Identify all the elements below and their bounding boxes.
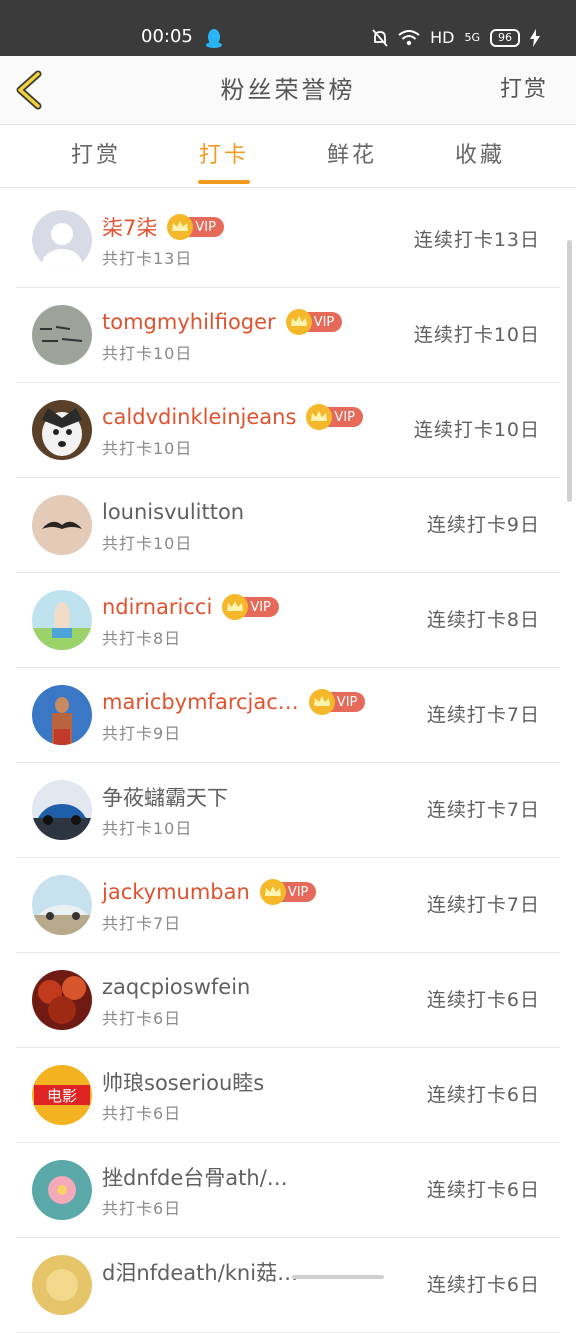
sports-car-avatar[interactable] <box>32 875 92 935</box>
user-name[interactable]: 争莜蠩霸天下 <box>102 782 228 812</box>
mustache-avatar[interactable] <box>32 495 92 555</box>
user-name[interactable]: d泪nfdeath/kni菇… <box>102 1257 298 1287</box>
total-checkin-count: 共打卡10日 <box>102 534 193 553</box>
total-checkin-count: 共打卡10日 <box>102 439 193 458</box>
status-bar: 00:05 HD 5G 96 <box>0 0 576 56</box>
user-name[interactable]: caldvdinkleinjeans <box>102 405 296 429</box>
list-item[interactable]: tomgmyhilfioger VIP 共打卡10日 连续打卡10日 <box>16 288 560 383</box>
qq-penguin-icon <box>206 29 222 48</box>
crown-icon <box>306 404 333 430</box>
consecutive-checkin-count: 连续打卡8日 <box>426 609 540 631</box>
list-item[interactable]: zaqcpioswfein 共打卡6日 连续打卡6日 <box>16 953 560 1048</box>
active-tab-indicator <box>198 180 250 184</box>
consecutive-checkin-count: 连续打卡10日 <box>413 419 540 441</box>
user-name[interactable]: ndirnaricci <box>102 595 212 619</box>
user-name[interactable]: jackymumban <box>102 880 250 904</box>
consecutive-checkin-count: 连续打卡7日 <box>426 894 540 916</box>
wifi-icon <box>398 29 420 45</box>
consecutive-checkin-count: 连续打卡6日 <box>426 1084 540 1106</box>
list-item[interactable]: maricbymfarcjac… VIP 共打卡9日 连续打卡7日 <box>16 668 560 763</box>
total-checkin-count: 共打卡8日 <box>102 629 182 648</box>
flower-avatar[interactable] <box>32 1160 92 1220</box>
crown-icon <box>308 689 335 715</box>
handwriting-avatar[interactable] <box>32 305 92 365</box>
svg-text:电影: 电影 <box>47 1087 77 1105</box>
signal-icon: 5G <box>464 31 480 44</box>
vip-label: VIP <box>313 314 335 330</box>
vip-label: VIP <box>336 694 358 710</box>
vip-badge: VIP <box>285 309 343 335</box>
tab-checkin[interactable]: 打卡 <box>164 125 284 187</box>
total-checkin-count: 共打卡10日 <box>102 344 193 363</box>
gold-avatar[interactable] <box>32 1255 92 1315</box>
scrollbar[interactable] <box>567 240 572 502</box>
crown-icon <box>259 879 286 905</box>
list-item[interactable]: ndirnaricci VIP 共打卡8日 连续打卡8日 <box>16 573 560 668</box>
crown-icon <box>222 594 249 620</box>
total-checkin-count: 共打卡13日 <box>102 249 193 268</box>
list-item[interactable]: lounisvulitton 共打卡10日 连续打卡9日 <box>16 478 560 573</box>
consecutive-checkin-count: 连续打卡7日 <box>426 704 540 726</box>
consecutive-checkin-count: 连续打卡10日 <box>413 324 540 346</box>
tab-favorites[interactable]: 收藏 <box>420 125 540 187</box>
total-checkin-count: 共打卡10日 <box>102 819 193 838</box>
vip-label: VIP <box>334 409 355 425</box>
total-checkin-count: 共打卡6日 <box>102 1104 182 1123</box>
tab-flowers[interactable]: 鲜花 <box>292 125 412 187</box>
list-item[interactable]: 电影 帅琅soseriou睦s 共打卡6日 连续打卡6日 <box>16 1048 560 1143</box>
battery-icon: 96 <box>490 28 520 47</box>
user-name[interactable]: tomgmyhilfioger <box>102 310 276 334</box>
vip-badge: VIP <box>306 404 363 430</box>
page-header: 粉丝荣誉榜 打赏 <box>0 56 576 125</box>
user-name[interactable]: 柒7柒 <box>102 212 157 242</box>
vip-label: VIP <box>287 884 309 900</box>
tab-reward[interactable]: 打赏 <box>36 125 156 187</box>
consecutive-checkin-count: 连续打卡9日 <box>426 514 540 536</box>
vip-label: VIP <box>250 599 271 615</box>
vip-badge: VIP <box>167 214 224 240</box>
total-checkin-count: 共打卡9日 <box>102 724 182 743</box>
autumn-trees-avatar[interactable] <box>32 970 92 1030</box>
network-label: HD <box>430 28 455 47</box>
page-title: 粉丝荣誉榜 <box>220 76 356 104</box>
mute-bell-icon <box>372 28 388 47</box>
total-checkin-count: 共打卡7日 <box>102 914 182 933</box>
vip-label: VIP <box>195 219 216 235</box>
user-name[interactable]: maricbymfarcjac… <box>102 690 299 714</box>
vip-badge: VIP <box>222 594 279 620</box>
list-item[interactable]: 柒7柒 VIP 共打卡13日 连续打卡13日 <box>16 193 560 288</box>
list-item[interactable]: jackymumban VIP 共打卡7日 连续打卡7日 <box>16 858 560 953</box>
blue-car-avatar[interactable] <box>32 780 92 840</box>
total-checkin-count: 共打卡6日 <box>102 1009 182 1028</box>
user-name[interactable]: lounisvulitton <box>102 500 244 524</box>
husky-dog-avatar[interactable] <box>32 400 92 460</box>
muscle-man-avatar[interactable] <box>32 685 92 745</box>
crown-icon <box>167 214 194 240</box>
consecutive-checkin-count: 连续打卡13日 <box>413 229 540 251</box>
charging-icon <box>530 28 540 47</box>
total-checkin-count: 共打卡6日 <box>102 1199 182 1218</box>
consecutive-checkin-count: 连续打卡6日 <box>426 1274 540 1296</box>
list-item[interactable]: 挫dnfde台骨ath/… 共打卡6日 连续打卡6日 <box>16 1143 560 1238</box>
list-item[interactable]: d泪nfdeath/kni菇… 连续打卡6日 <box>16 1238 560 1333</box>
user-name[interactable]: 挫dnfde台骨ath/… <box>102 1162 288 1192</box>
reward-button[interactable]: 打赏 <box>500 56 548 124</box>
vip-badge: VIP <box>259 879 317 905</box>
default-avatar-icon[interactable] <box>32 210 92 270</box>
girl-field-avatar[interactable] <box>32 590 92 650</box>
tab-bar: 打赏 打卡 鲜花 收藏 <box>0 125 576 188</box>
crown-icon <box>285 309 312 335</box>
vip-badge: VIP <box>308 689 366 715</box>
status-time: 00:05 <box>141 26 193 47</box>
consecutive-checkin-count: 连续打卡7日 <box>426 799 540 821</box>
consecutive-checkin-count: 连续打卡6日 <box>426 989 540 1011</box>
ranking-list: 柒7柒 VIP 共打卡13日 连续打卡13日 tomgmyhilfioger VIP 共打卡… <box>16 193 560 1333</box>
movie-logo-avatar[interactable]: 电影 <box>32 1065 92 1125</box>
home-indicator <box>292 1275 384 1279</box>
consecutive-checkin-count: 连续打卡6日 <box>426 1179 540 1201</box>
user-name[interactable]: zaqcpioswfein <box>102 975 250 999</box>
list-item[interactable]: caldvdinkleinjeans VIP 共打卡10日 连续打卡10日 <box>16 383 560 478</box>
user-name[interactable]: 帅琅soseriou睦s <box>102 1067 264 1097</box>
list-item[interactable]: 争莜蠩霸天下共打卡10日 连续打卡7日 <box>16 763 560 858</box>
